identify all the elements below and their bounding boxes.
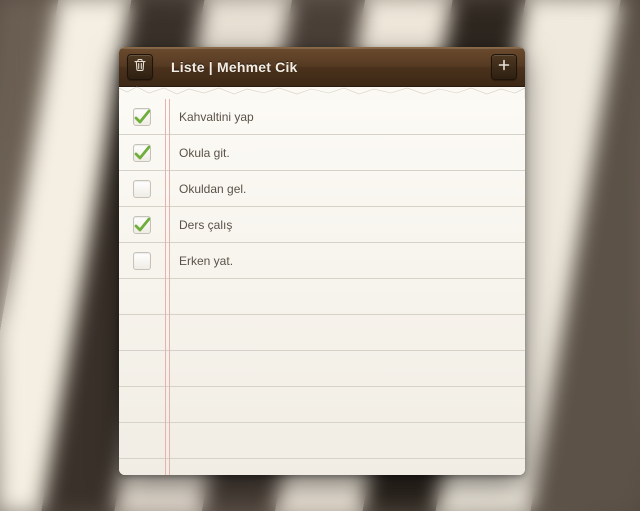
checkbox[interactable] [133,216,151,234]
header-bar: Liste | Mehmet Cik [119,47,525,87]
list-item: Okuldan gel. [119,171,525,207]
plus-icon [498,58,510,76]
paper-torn-edge [119,87,525,99]
todo-app-window: Liste | Mehmet Cik Kahvaltini yap Okula … [119,47,525,475]
item-label: Okuldan gel. [179,182,246,196]
list-item: Okula git. [119,135,525,171]
add-button[interactable] [491,54,517,80]
list-item: Erken yat. [119,243,525,279]
paper-sheet: Kahvaltini yap Okula git. Okuldan gel. D… [119,99,525,475]
delete-button[interactable] [127,54,153,80]
checkbox[interactable] [133,144,151,162]
list-item: Ders çalış [119,207,525,243]
item-label: Kahvaltini yap [179,110,254,124]
item-label: Ders çalış [179,218,232,232]
checkbox[interactable] [133,108,151,126]
trash-icon [133,58,147,77]
list-item: Kahvaltini yap [119,99,525,135]
checkbox[interactable] [133,252,151,270]
item-label: Okula git. [179,146,230,160]
checkbox[interactable] [133,180,151,198]
header-title: Liste | Mehmet Cik [153,59,491,75]
item-label: Erken yat. [179,254,233,268]
